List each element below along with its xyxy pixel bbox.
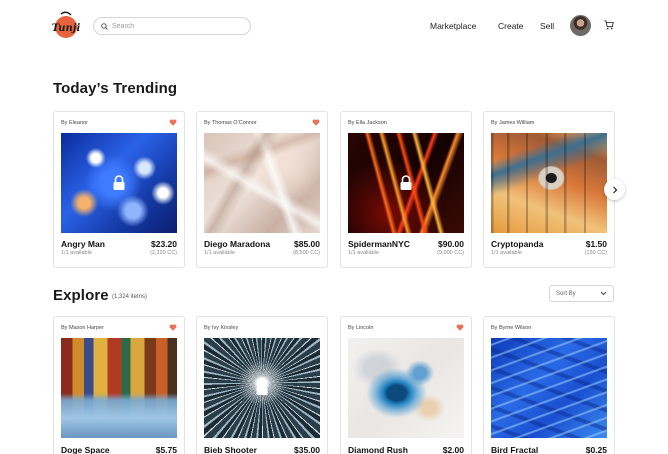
sort-label: Sort By — [556, 290, 576, 297]
top-header: Tunji Marketplace Create Sell — [0, 0, 668, 52]
card-artwork — [348, 133, 464, 233]
card-price: $35.00 — [294, 445, 320, 454]
heart-icon[interactable] — [312, 119, 320, 126]
explore-card[interactable]: By Lincoln Diamond Rush $2.00 — [340, 316, 472, 454]
card-cc-price: (150 CC) — [584, 250, 607, 256]
explore-title: Explore — [53, 287, 109, 304]
nav-marketplace[interactable]: Marketplace — [430, 21, 476, 31]
card-availability: 1/1 available — [61, 250, 92, 256]
explore-card[interactable]: By Byrne Wilson Bird Fractal $0.25 — [483, 316, 615, 454]
card-availability: 1/1 available — [348, 250, 379, 256]
card-author: By James William — [491, 120, 535, 126]
card-author: By Eleanor — [61, 120, 88, 126]
lock-icon — [256, 380, 268, 395]
card-artwork — [61, 133, 177, 233]
card-price: $90.00 — [438, 239, 464, 249]
chevron-right-icon — [612, 186, 617, 193]
card-author: By Byrne Wilson — [491, 325, 532, 331]
card-name: Bieb Shooter — [204, 445, 257, 454]
search-input[interactable] — [112, 22, 242, 30]
brand-logo[interactable]: Tunji — [52, 10, 80, 40]
search-bar[interactable] — [93, 17, 251, 35]
user-avatar[interactable] — [570, 15, 591, 36]
card-price: $23.20 — [151, 239, 177, 249]
card-name: Diamond Rush — [348, 445, 408, 454]
card-price: $5.75 — [155, 445, 177, 454]
card-price: $85.00 — [294, 239, 320, 249]
chevron-down-icon — [600, 291, 607, 296]
card-name: Angry Man — [61, 239, 105, 249]
trending-card[interactable]: By James William Cryptopanda $1.50 1/1 a… — [483, 111, 615, 268]
card-price: $1.50 — [585, 239, 607, 249]
heart-icon[interactable] — [169, 119, 177, 126]
card-artwork — [491, 133, 607, 233]
search-icon — [101, 22, 108, 30]
card-availability: 1/1 available — [491, 250, 522, 256]
card-author: By Lincoln — [348, 325, 374, 331]
explore-card[interactable]: By Ivy Kinsley Bieb Shooter $35.00 — [196, 316, 328, 454]
lock-icon — [400, 175, 412, 190]
card-cc-price: (8,500 CC) — [293, 250, 320, 256]
card-name: SpidermanNYC — [348, 239, 410, 249]
card-author: By Ivy Kinsley — [204, 325, 239, 331]
card-author: By Mason Harper — [61, 325, 104, 331]
nav-create[interactable]: Create — [498, 21, 524, 31]
card-name: Diego Maradona — [204, 239, 271, 249]
card-artwork — [204, 338, 320, 438]
card-artwork — [61, 338, 177, 438]
card-artwork — [204, 133, 320, 233]
card-artwork — [348, 338, 464, 438]
svg-text:Tunji: Tunji — [52, 23, 80, 34]
cart-icon[interactable] — [604, 20, 614, 30]
card-name: Cryptopanda — [491, 239, 544, 249]
card-availability: 1/1 available — [204, 250, 235, 256]
card-author: By Ella Jackson — [348, 120, 387, 126]
heart-icon[interactable] — [169, 324, 177, 331]
card-cc-price: (2,320 CC) — [150, 250, 177, 256]
explore-card[interactable]: By Mason Harper Doge Space $5.75 — [53, 316, 185, 454]
sort-dropdown[interactable]: Sort By — [549, 285, 614, 302]
card-cc-price: (9,000 CC) — [437, 250, 464, 256]
carousel-next-button[interactable] — [604, 179, 625, 200]
trending-card[interactable]: By Ella Jackson SpidermanNYC $90.00 1/1 … — [340, 111, 472, 268]
card-name: Doge Space — [61, 445, 110, 454]
card-price: $2.00 — [442, 445, 464, 454]
heart-icon[interactable] — [456, 324, 464, 331]
explore-item-count: (1,324 items) — [112, 294, 148, 300]
card-name: Bird Fractal — [491, 445, 539, 454]
trending-card[interactable]: By Eleanor Angry Man $23.20 1/1 availabl… — [53, 111, 185, 268]
card-artwork — [491, 338, 607, 438]
trending-card[interactable]: By Thomas O’Connor Diego Maradona $85.00… — [196, 111, 328, 268]
lock-icon — [113, 175, 125, 190]
card-author: By Thomas O’Connor — [204, 120, 257, 126]
trending-title: Today’s Trending — [53, 80, 178, 97]
card-price: $0.25 — [585, 445, 607, 454]
nav-sell[interactable]: Sell — [540, 21, 554, 31]
